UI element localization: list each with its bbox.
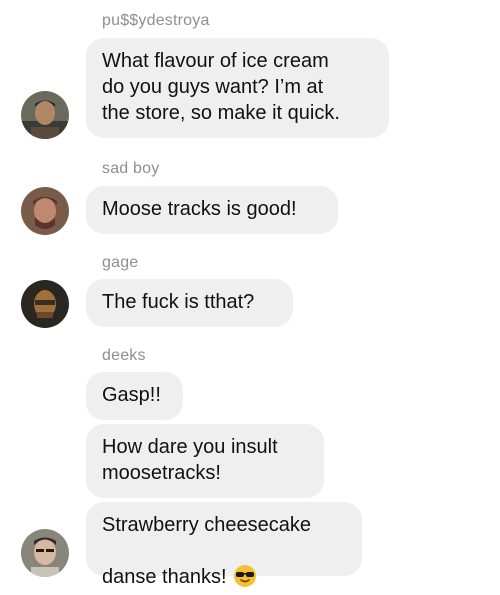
user-avatar[interactable] [21,91,69,139]
sender-name: gage [102,254,139,271]
message-bubble[interactable]: What flavour of ice cream do you guys wa… [86,38,389,138]
message-bubble[interactable]: The fuck is tthat? [86,279,293,327]
message-bubble[interactable]: Strawberry cheesecake danse thanks! [86,502,362,588]
message-text: Strawberry cheesecake danse thanks! [102,514,311,588]
sender-name: deeks [102,347,146,364]
message-bubble[interactable]: Gasp!! [86,372,183,420]
sender-name: pu$$ydestroya [102,12,210,29]
user-avatar[interactable] [21,187,69,235]
sunglasses-emoji-icon [233,538,257,587]
user-avatar[interactable] [21,280,69,328]
user-avatar[interactable] [21,529,69,577]
sender-name: sad boy [102,160,160,177]
message-bubble[interactable]: How dare you insult moosetracks! [86,424,324,498]
message-bubble[interactable]: Moose tracks is good! [86,186,338,234]
